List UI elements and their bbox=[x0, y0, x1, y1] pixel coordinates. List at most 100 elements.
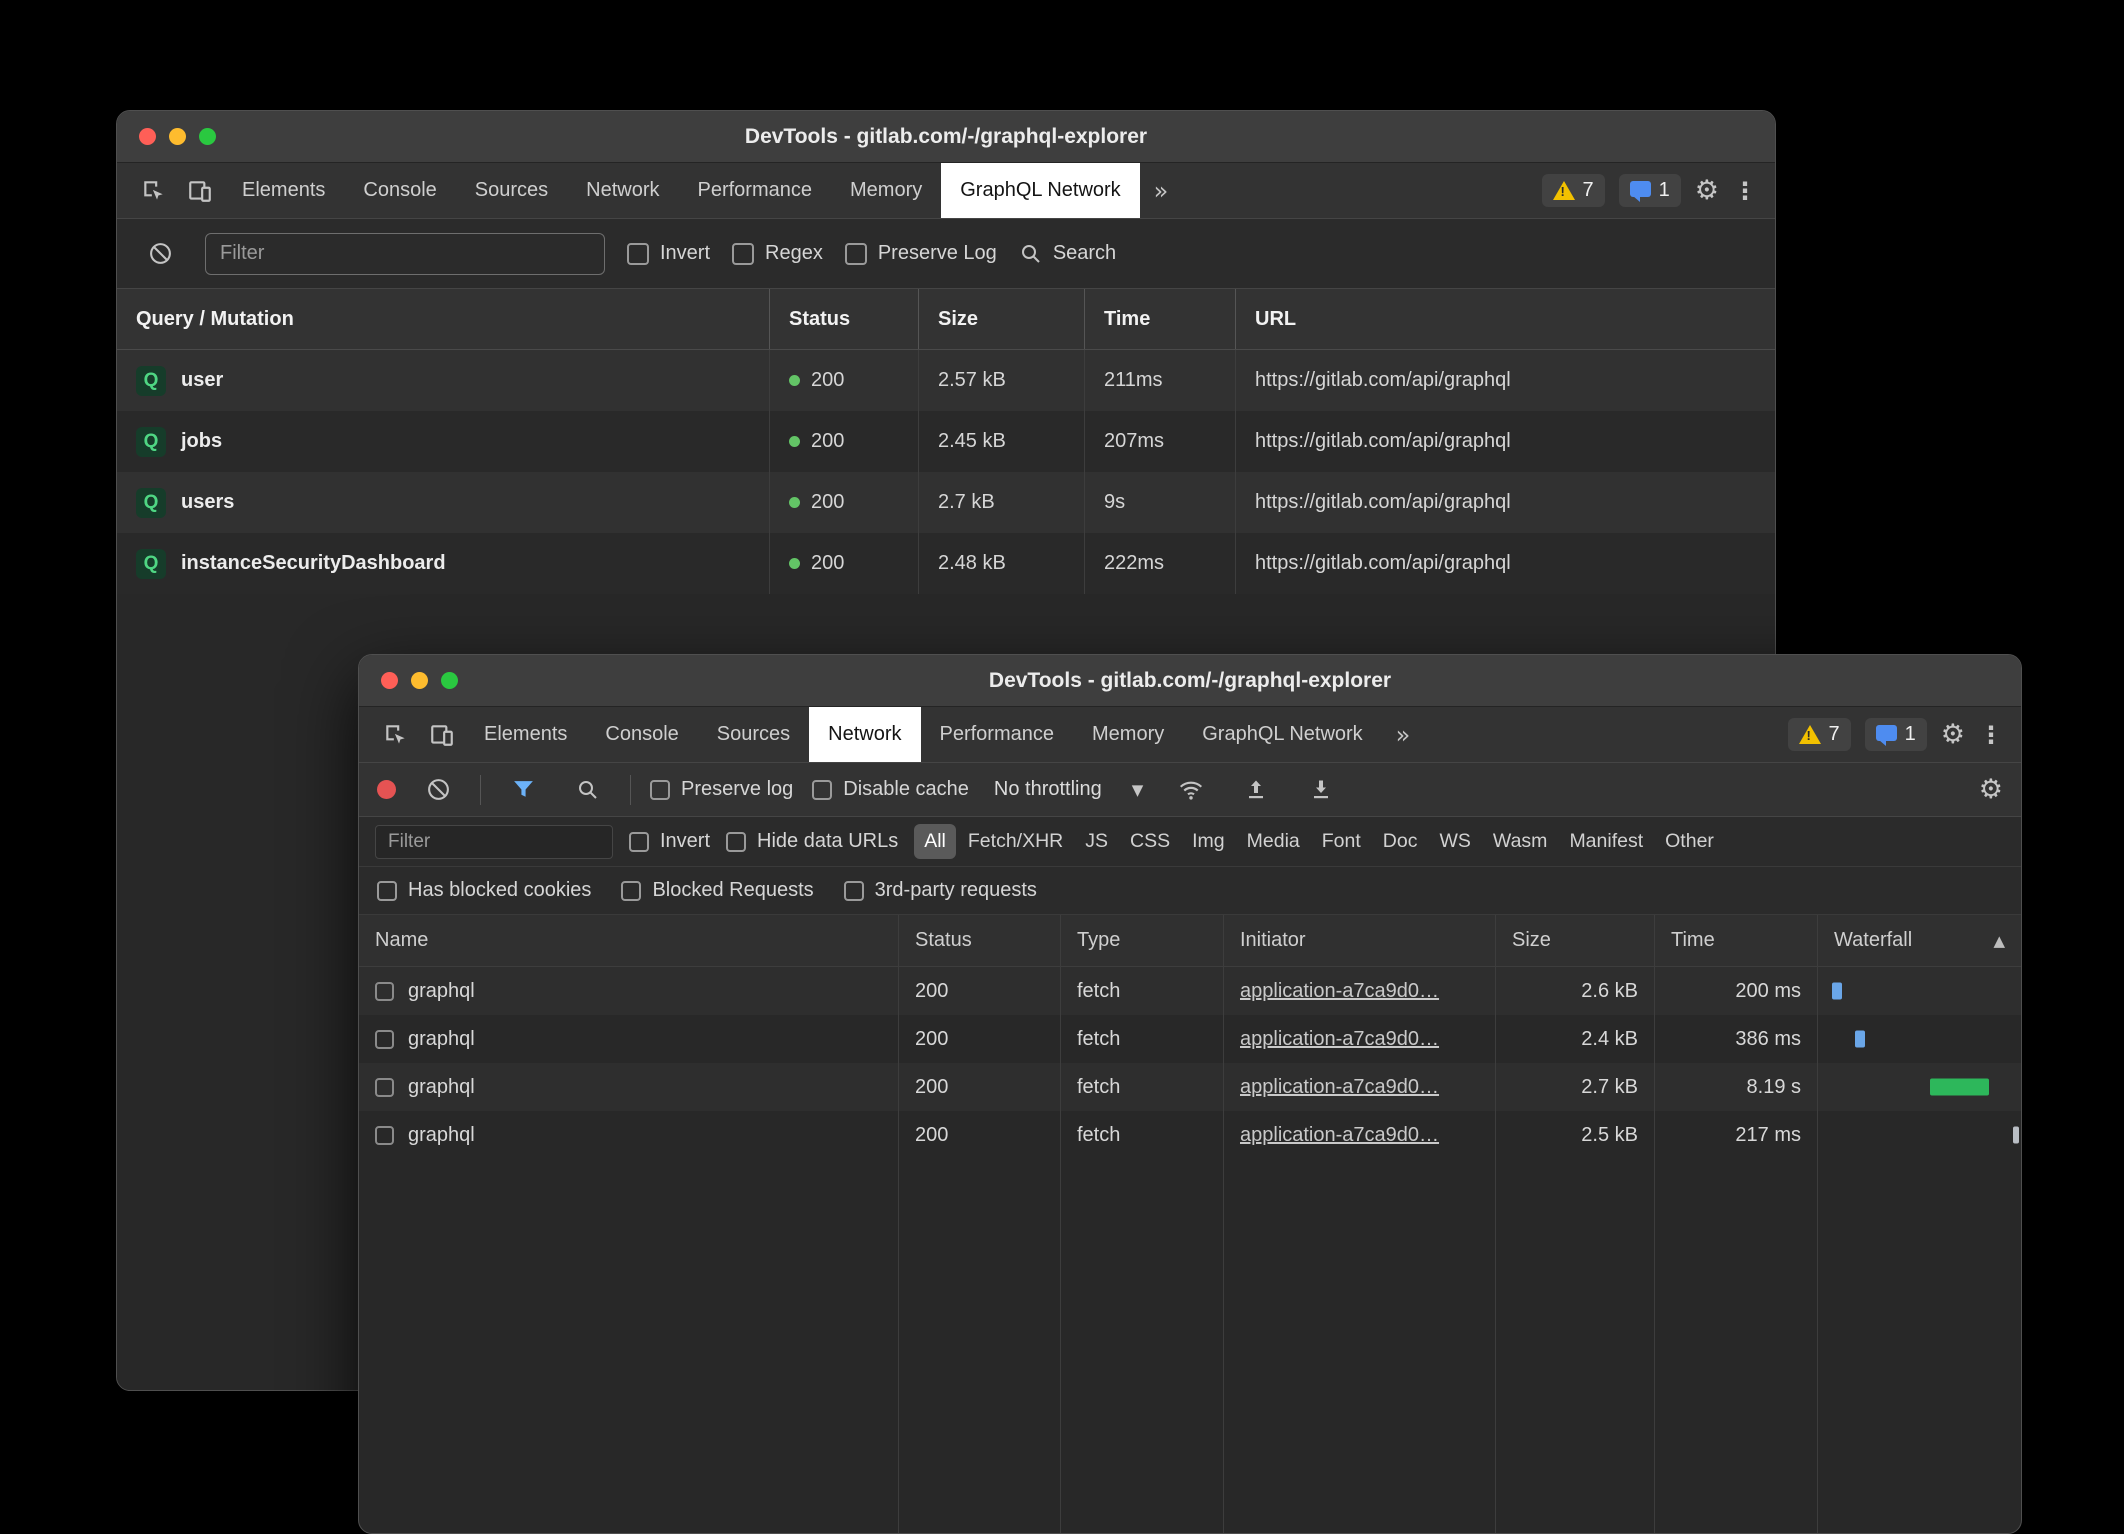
tab-sources[interactable]: Sources bbox=[456, 163, 567, 218]
more-tabs-icon[interactable]: » bbox=[1140, 163, 1183, 218]
column-header-url[interactable]: URL bbox=[1236, 289, 1775, 349]
preserve-log-checkbox[interactable]: Preserve log bbox=[650, 778, 793, 801]
column-header-size[interactable]: Size bbox=[919, 289, 1085, 349]
warnings-badge[interactable]: 7 bbox=[1542, 174, 1605, 207]
import-har-icon[interactable] bbox=[1233, 778, 1279, 802]
filter-pill-css[interactable]: CSS bbox=[1120, 824, 1180, 859]
column-header-type[interactable]: Type bbox=[1061, 915, 1224, 966]
device-toolbar-icon[interactable] bbox=[419, 707, 465, 762]
third-party-requests-checkbox[interactable]: 3rd-party requests bbox=[844, 879, 1037, 902]
network-settings-gear-icon[interactable]: ⚙ bbox=[1979, 774, 2003, 805]
row-checkbox[interactable] bbox=[375, 982, 394, 1001]
initiator-link[interactable]: application-a7ca9d0… bbox=[1240, 1076, 1439, 1099]
zoom-window-button[interactable] bbox=[199, 128, 216, 145]
row-checkbox[interactable] bbox=[375, 1126, 394, 1145]
tab-console[interactable]: Console bbox=[344, 163, 455, 218]
tab-console[interactable]: Console bbox=[586, 707, 697, 762]
search-control[interactable]: Search bbox=[1019, 242, 1116, 266]
filter-pill-wasm[interactable]: Wasm bbox=[1483, 824, 1558, 859]
request-row[interactable]: graphql 200 fetch application-a7ca9d0… 2… bbox=[359, 1111, 2021, 1159]
more-tabs-icon[interactable]: » bbox=[1382, 707, 1425, 762]
row-checkbox[interactable] bbox=[375, 1030, 394, 1049]
filter-pill-fetch-xhr[interactable]: Fetch/XHR bbox=[958, 824, 1073, 859]
clear-icon[interactable] bbox=[415, 777, 461, 802]
column-header-query-mutation[interactable]: Query / Mutation bbox=[117, 289, 770, 349]
filter-pill-ws[interactable]: WS bbox=[1429, 824, 1480, 859]
column-header-time[interactable]: Time bbox=[1085, 289, 1236, 349]
checkbox-box bbox=[726, 832, 746, 852]
tab-graphql-network[interactable]: GraphQL Network bbox=[1183, 707, 1381, 762]
blocked-requests-checkbox[interactable]: Blocked Requests bbox=[621, 879, 813, 902]
hide-data-urls-checkbox[interactable]: Hide data URLs bbox=[726, 830, 898, 853]
request-row[interactable]: graphql 200 fetch application-a7ca9d0… 2… bbox=[359, 1015, 2021, 1063]
query-row-jobs[interactable]: Q jobs 200 2.45 kB 207ms https://gitlab.… bbox=[117, 411, 1775, 472]
column-header-initiator[interactable]: Initiator bbox=[1224, 915, 1496, 966]
query-row-user[interactable]: Q user 200 2.57 kB 211ms https://gitlab.… bbox=[117, 350, 1775, 411]
inspect-element-icon[interactable] bbox=[373, 707, 419, 762]
initiator-link[interactable]: application-a7ca9d0… bbox=[1240, 1028, 1439, 1051]
warnings-badge[interactable]: 7 bbox=[1788, 718, 1851, 751]
tab-network[interactable]: Network bbox=[809, 707, 920, 762]
column-header-time[interactable]: Time bbox=[1655, 915, 1818, 966]
issues-badge[interactable]: 1 bbox=[1865, 718, 1927, 751]
kebab-menu-icon[interactable]: ⋮ bbox=[1979, 721, 2003, 749]
clear-icon[interactable] bbox=[137, 241, 183, 266]
filter-pill-other[interactable]: Other bbox=[1655, 824, 1724, 859]
filter-funnel-icon[interactable] bbox=[500, 777, 546, 802]
issues-badge[interactable]: 1 bbox=[1619, 174, 1681, 207]
window-titlebar[interactable]: DevTools - gitlab.com/-/graphql-explorer bbox=[359, 655, 2021, 707]
column-header-status[interactable]: Status bbox=[899, 915, 1061, 966]
request-row[interactable]: graphql 200 fetch application-a7ca9d0… 2… bbox=[359, 1063, 2021, 1111]
initiator-link[interactable]: application-a7ca9d0… bbox=[1240, 1124, 1439, 1147]
column-header-size[interactable]: Size bbox=[1496, 915, 1655, 966]
throttling-dropdown[interactable]: No throttling ▼ bbox=[988, 778, 1149, 801]
inspect-element-icon[interactable] bbox=[131, 163, 177, 218]
filter-pill-doc[interactable]: Doc bbox=[1373, 824, 1428, 859]
request-row[interactable]: graphql 200 fetch application-a7ca9d0… 2… bbox=[359, 967, 2021, 1015]
tab-performance[interactable]: Performance bbox=[921, 707, 1074, 762]
initiator-link[interactable]: application-a7ca9d0… bbox=[1240, 980, 1439, 1003]
settings-gear-icon[interactable]: ⚙ bbox=[1941, 719, 1965, 750]
minimize-window-button[interactable] bbox=[411, 672, 428, 689]
invert-checkbox[interactable]: Invert bbox=[627, 242, 710, 265]
filter-pill-font[interactable]: Font bbox=[1312, 824, 1371, 859]
tab-sources[interactable]: Sources bbox=[698, 707, 809, 762]
device-toolbar-icon[interactable] bbox=[177, 163, 223, 218]
kebab-menu-icon[interactable]: ⋮ bbox=[1733, 177, 1757, 205]
tab-memory[interactable]: Memory bbox=[1073, 707, 1183, 762]
tab-network[interactable]: Network bbox=[567, 163, 678, 218]
invert-checkbox[interactable]: Invert bbox=[629, 830, 710, 853]
filter-pill-img[interactable]: Img bbox=[1182, 824, 1235, 859]
preserve-log-checkbox[interactable]: Preserve Log bbox=[845, 242, 997, 265]
column-header-name[interactable]: Name bbox=[359, 915, 899, 966]
filter-pill-media[interactable]: Media bbox=[1237, 824, 1310, 859]
filter-input[interactable] bbox=[205, 233, 605, 275]
filter-pill-js[interactable]: JS bbox=[1075, 824, 1118, 859]
record-network-log-button[interactable] bbox=[377, 780, 396, 799]
minimize-window-button[interactable] bbox=[169, 128, 186, 145]
filter-pill-all[interactable]: All bbox=[914, 824, 956, 859]
zoom-window-button[interactable] bbox=[441, 672, 458, 689]
tab-memory[interactable]: Memory bbox=[831, 163, 941, 218]
tab-elements[interactable]: Elements bbox=[465, 707, 586, 762]
tab-elements[interactable]: Elements bbox=[223, 163, 344, 218]
window-titlebar[interactable]: DevTools - gitlab.com/-/graphql-explorer bbox=[117, 111, 1775, 163]
export-har-icon[interactable] bbox=[1298, 778, 1344, 802]
column-header-waterfall[interactable]: Waterfall ▲ bbox=[1818, 915, 2021, 966]
tab-performance[interactable]: Performance bbox=[679, 163, 832, 218]
query-row-instance-security-dashboard[interactable]: Q instanceSecurityDashboard 200 2.48 kB … bbox=[117, 533, 1775, 594]
search-icon[interactable] bbox=[565, 778, 611, 802]
query-row-users[interactable]: Q users 200 2.7 kB 9s https://gitlab.com… bbox=[117, 472, 1775, 533]
regex-checkbox[interactable]: Regex bbox=[732, 242, 823, 265]
column-header-status[interactable]: Status bbox=[770, 289, 919, 349]
filter-pill-manifest[interactable]: Manifest bbox=[1559, 824, 1653, 859]
tab-graphql-network[interactable]: GraphQL Network bbox=[941, 163, 1139, 218]
filter-input[interactable] bbox=[375, 825, 613, 859]
row-checkbox[interactable] bbox=[375, 1078, 394, 1097]
settings-gear-icon[interactable]: ⚙ bbox=[1695, 175, 1719, 206]
close-window-button[interactable] bbox=[381, 672, 398, 689]
has-blocked-cookies-checkbox[interactable]: Has blocked cookies bbox=[377, 879, 591, 902]
disable-cache-checkbox[interactable]: Disable cache bbox=[812, 778, 969, 801]
network-conditions-icon[interactable] bbox=[1168, 777, 1214, 803]
close-window-button[interactable] bbox=[139, 128, 156, 145]
